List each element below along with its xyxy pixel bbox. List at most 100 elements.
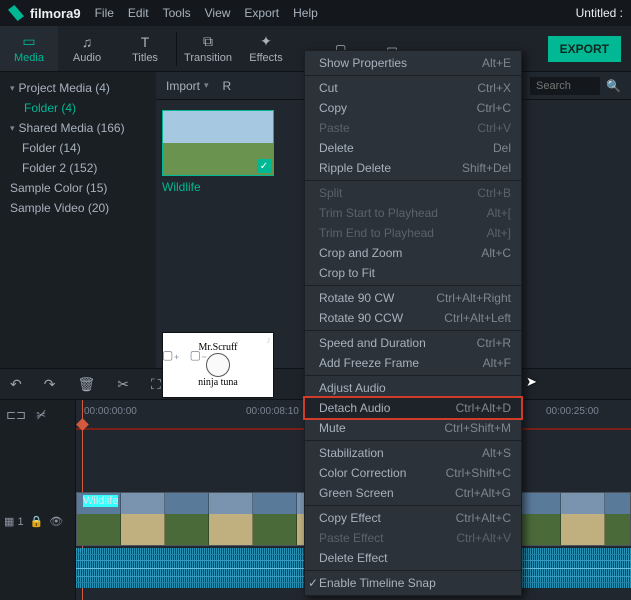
thumb-wildlife[interactable]: ✓ Wildlife: [162, 110, 274, 194]
menu-item-speed-and-duration[interactable]: Speed and DurationCtrl+R: [305, 333, 521, 353]
timeline-left-gutter: ⊏⊐ ✂̸ ▦ 1 🔒 👁: [0, 400, 76, 600]
undo-icon[interactable]: ↶: [10, 376, 22, 393]
document-title: Untitled :: [576, 6, 623, 20]
tree-label: Project Media (4): [19, 81, 110, 95]
tree-sample-video[interactable]: Sample Video (20): [0, 198, 156, 218]
delete-icon[interactable]: 🗑: [77, 376, 95, 393]
effects-icon: ✦: [260, 33, 272, 50]
menu-label: Add Freeze Frame: [319, 356, 483, 370]
menu-shortcut: Ctrl+Alt+Right: [436, 291, 511, 305]
menu-item-rotate-90-ccw[interactable]: Rotate 90 CCWCtrl+Alt+Left: [305, 308, 521, 328]
filmora-logo-icon: [8, 5, 24, 21]
menu-shortcut: Ctrl+Shift+M: [444, 421, 511, 435]
timecode: 00:00:08:10: [246, 406, 299, 417]
menu-separator: [305, 440, 521, 441]
menu-label: Trim Start to Playhead: [319, 206, 487, 220]
menu-label: Crop and Zoom: [319, 246, 481, 260]
tree-folder-2[interactable]: Folder 2 (152): [0, 158, 156, 178]
menu-item-ripple-delete[interactable]: Ripple DeleteShift+Del: [305, 158, 521, 178]
menu-item-add-freeze-frame[interactable]: Add Freeze FrameAlt+F: [305, 353, 521, 373]
menu-item-delete-effect[interactable]: Delete Effect: [305, 548, 521, 568]
menu-shortcut: Ctrl+X: [477, 81, 511, 95]
eye-icon[interactable]: 👁: [49, 515, 63, 528]
menu-label: Ripple Delete: [319, 161, 462, 175]
tree-folder-14[interactable]: Folder (14): [0, 138, 156, 158]
track-index: ▦ 1: [4, 515, 24, 528]
tab-media[interactable]: ▭ Media: [0, 26, 58, 71]
tree-label: Folder (4): [24, 101, 76, 115]
menu-label: Color Correction: [319, 466, 446, 480]
link-icon[interactable]: ✂̸: [36, 408, 46, 422]
tree-shared-media[interactable]: ▾Shared Media (166): [0, 118, 156, 138]
tab-effects-label: Effects: [249, 52, 282, 64]
menu-item-crop-and-zoom[interactable]: Crop and ZoomAlt+C: [305, 243, 521, 263]
delete-folder-icon[interactable]: ▢₋: [190, 348, 208, 362]
menu-label: Delete Effect: [319, 551, 511, 565]
folder-icon: ▭: [22, 33, 35, 50]
menu-export[interactable]: Export: [244, 6, 279, 20]
menu-item-delete[interactable]: DeleteDel: [305, 138, 521, 158]
menu-shortcut: Alt+F: [483, 356, 511, 370]
menu-item-paste-effect: Paste EffectCtrl+Alt+V: [305, 528, 521, 548]
magnet-icon[interactable]: ⊏⊐: [6, 408, 26, 422]
menu-separator: [305, 330, 521, 331]
menu-shortcut: Alt+[: [487, 206, 511, 220]
menu-item-copy[interactable]: CopyCtrl+C: [305, 98, 521, 118]
split-icon[interactable]: ✂: [117, 376, 129, 393]
menu-item-cut[interactable]: CutCtrl+X: [305, 78, 521, 98]
tree-project-media[interactable]: ▾Project Media (4): [0, 78, 156, 98]
new-folder-icon[interactable]: ▢₊: [162, 348, 180, 362]
menu-separator: [305, 75, 521, 76]
menu-item-show-properties[interactable]: Show PropertiesAlt+E: [305, 53, 521, 73]
tree-label: Shared Media (166): [19, 121, 125, 135]
menu-label: Trim End to Playhead: [319, 226, 487, 240]
cursor-icon: ➤: [526, 374, 537, 390]
menu-item-green-screen[interactable]: Green ScreenCtrl+Alt+G: [305, 483, 521, 503]
menu-label: Split: [319, 186, 477, 200]
search-icon[interactable]: 🔍: [606, 79, 621, 93]
menu-shortcut: Ctrl+B: [477, 186, 511, 200]
menu-item-rotate-90-cw[interactable]: Rotate 90 CWCtrl+Alt+Right: [305, 288, 521, 308]
menu-shortcut: Alt+]: [487, 226, 511, 240]
menu-label: Rotate 90 CW: [319, 291, 436, 305]
menu-item-adjust-audio[interactable]: Adjust Audio: [305, 378, 521, 398]
menu-edit[interactable]: Edit: [128, 6, 149, 20]
record-button[interactable]: R: [223, 79, 232, 93]
menu-shortcut: Alt+E: [482, 56, 511, 70]
menu-item-color-correction[interactable]: Color CorrectionCtrl+Shift+C: [305, 463, 521, 483]
menu-item-enable-timeline-snap[interactable]: ✓Enable Timeline Snap: [305, 573, 521, 593]
menu-item-stabilization[interactable]: StabilizationAlt+S: [305, 443, 521, 463]
tab-audio[interactable]: ♫ Audio: [58, 26, 116, 71]
tree-folder-active[interactable]: Folder (4): [0, 98, 156, 118]
menu-item-split: SplitCtrl+B: [305, 183, 521, 203]
menu-file[interactable]: File: [95, 6, 114, 20]
menu-tools[interactable]: Tools: [163, 6, 191, 20]
export-button[interactable]: EXPORT: [548, 36, 621, 62]
menu-item-trim-end-to-playhead: Trim End to PlayheadAlt+]: [305, 223, 521, 243]
tab-titles[interactable]: T Titles: [116, 26, 174, 71]
menu-view[interactable]: View: [205, 6, 231, 20]
search-input[interactable]: [530, 77, 600, 95]
tree-sample-color[interactable]: Sample Color (15): [0, 178, 156, 198]
redo-icon[interactable]: ↷: [44, 376, 56, 393]
menu-label: Cut: [319, 81, 477, 95]
music-note-icon: ♫: [82, 34, 93, 50]
menu-label: Copy Effect: [319, 511, 456, 525]
menu-label: Green Screen: [319, 486, 455, 500]
lock-icon[interactable]: 🔒: [30, 515, 44, 528]
menu-help[interactable]: Help: [293, 6, 318, 20]
transition-icon: ⧉: [203, 33, 213, 50]
tab-transition[interactable]: ⧉ Transition: [179, 26, 237, 71]
menu-separator: [305, 570, 521, 571]
tab-effects[interactable]: ✦ Effects: [237, 26, 295, 71]
menu-label: Paste Effect: [319, 531, 456, 545]
tab-transition-label: Transition: [184, 52, 232, 64]
video-track-header[interactable]: ▦ 1 🔒 👁: [4, 508, 72, 534]
menu-item-paste: PasteCtrl+V: [305, 118, 521, 138]
menu-separator: [305, 375, 521, 376]
menu-item-crop-to-fit[interactable]: Crop to Fit: [305, 263, 521, 283]
menu-item-detach-audio[interactable]: Detach AudioCtrl+Alt+D: [305, 398, 521, 418]
menu-item-copy-effect[interactable]: Copy EffectCtrl+Alt+C: [305, 508, 521, 528]
import-button[interactable]: Import ▾: [166, 79, 209, 93]
menu-item-mute[interactable]: MuteCtrl+Shift+M: [305, 418, 521, 438]
